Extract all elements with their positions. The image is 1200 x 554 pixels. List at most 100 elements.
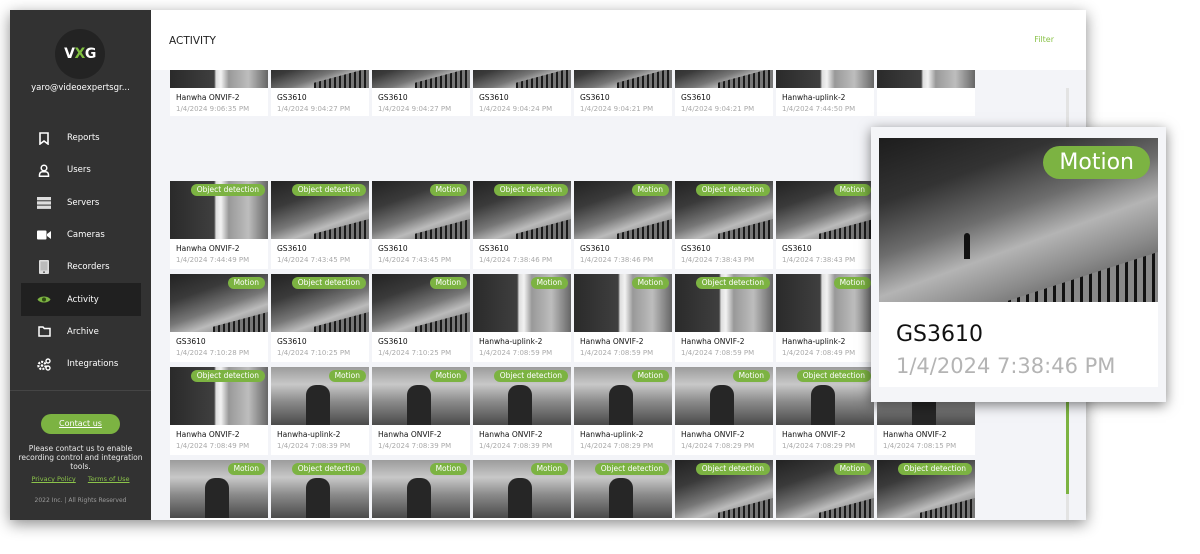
event-camera-name: Hanwha ONVIF-2 <box>378 430 442 439</box>
event-card[interactable]: Motion Hanwha ONVIF-2 1/4/2024 7:08:59 PM <box>574 274 672 362</box>
event-timestamp: 1/4/2024 7:44:49 PM <box>176 256 250 264</box>
event-preview-popup[interactable]: Motion GS3610 1/4/2024 7:38:46 PM <box>871 127 1166 402</box>
event-camera-name: Hanwha ONVIF-2 <box>176 93 240 102</box>
event-card[interactable]: MotionHanwha-uplink-21/4/2024 7:08:06 PM <box>473 460 571 520</box>
event-timestamp: 1/4/2024 7:08:29 PM <box>580 442 654 450</box>
event-type-badge: Motion <box>227 277 265 289</box>
event-card[interactable]: Hanwha-uplink-2 1/4/2024 7:44:50 PM <box>776 70 874 116</box>
event-type-badge: Motion <box>631 370 669 382</box>
event-card[interactable]: Object detectionHanwha ONVIF-21/4/2024 7… <box>776 367 874 455</box>
event-card[interactable]: Object detectionHanwha ONVIF-21/4/2024 7… <box>574 460 672 520</box>
event-type-badge: Object detection <box>695 463 770 475</box>
event-card[interactable]: Object detectionHanwha ONVIF-21/4/2024 7… <box>675 274 773 362</box>
page-header: ACTIVITY Filter <box>151 10 1086 70</box>
event-card[interactable]: MotionHanwha ONVIF-21/4/2024 7:08:06 PM <box>372 460 470 520</box>
event-camera-name: GS3610 <box>681 93 711 102</box>
sidebar-item-reports[interactable]: Reports <box>21 122 141 154</box>
event-timestamp: 1/4/2024 7:08:39 PM <box>378 442 452 450</box>
video-camera-icon <box>37 228 51 242</box>
event-card[interactable]: Object detectionHanwha ONVIF-21/4/2024 7… <box>271 460 369 520</box>
gears-icon <box>37 357 51 371</box>
event-timestamp: 1/4/2024 7:08:29 PM <box>681 442 755 450</box>
event-thumbnail: Object detection <box>574 460 672 518</box>
event-camera-name: Hanwha ONVIF-2 <box>479 430 543 439</box>
event-card[interactable]: Motion GS3610 1/4/2024 7:38:43 PM <box>776 181 874 269</box>
event-thumbnail: Object detection <box>271 460 369 518</box>
event-card[interactable]: Object detectionGS36101/4/2024 7:07:45 P… <box>675 460 773 520</box>
event-camera-name: GS3610 <box>378 337 408 346</box>
event-thumbnail: Object detection <box>271 181 369 239</box>
event-thumbnail: Motion <box>574 181 672 239</box>
event-timestamp: 1/4/2024 7:38:43 PM <box>782 256 856 264</box>
event-card[interactable]: MotionGS36101/4/2024 7:07:45 PM <box>776 460 874 520</box>
event-card[interactable]: Motion Hanwha-uplink-2 1/4/2024 7:08:59 PM <box>473 274 571 362</box>
contact-us-button[interactable]: Contact us <box>41 414 120 434</box>
vxg-logo[interactable]: VXG <box>55 29 105 79</box>
event-thumbnail: Object detection <box>170 181 268 239</box>
scrollbar-thumb[interactable] <box>1066 398 1069 494</box>
sidebar-item-cameras[interactable]: Cameras <box>21 219 141 251</box>
event-card[interactable]: Object detectionHanwha ONVIF-21/4/2024 7… <box>473 367 571 455</box>
event-card[interactable] <box>877 70 975 116</box>
event-type-badge: Motion <box>429 184 467 196</box>
event-card[interactable]: Object detection GS3610 1/4/2024 7:10:25 P… <box>271 274 369 362</box>
event-card[interactable]: Motion Hanwha-uplink-2 1/4/2024 7:08:29 PM <box>574 367 672 455</box>
sidebar-item-servers[interactable]: Servers <box>21 187 141 219</box>
event-card[interactable]: GS3610 1/4/2024 9:04:27 PM <box>372 70 470 116</box>
sidebar-item-integrations[interactable]: Integrations <box>21 348 141 380</box>
event-card[interactable]: GS3610 1/4/2024 9:04:24 PM <box>473 70 571 116</box>
sidebar-nav: Reports Users Servers Cameras Recorders … <box>21 122 141 380</box>
event-card[interactable]: Motion Hanwha ONVIF-2 1/4/2024 7:08:39 PM <box>372 367 470 455</box>
user-email[interactable]: yaro@videoexpertsgr... <box>10 83 151 93</box>
folder-icon <box>37 325 51 339</box>
event-card[interactable]: GS3610 1/4/2024 9:04:21 PM <box>675 70 773 116</box>
filter-button[interactable]: Filter <box>1034 35 1054 44</box>
event-type-badge: Motion <box>530 463 568 475</box>
event-card[interactable]: Object detection GS3610 1/4/2024 7:43:45 P… <box>271 181 369 269</box>
event-timestamp: 1/4/2024 9:04:27 PM <box>378 105 452 113</box>
event-camera-name: Hanwha-uplink-2 <box>479 337 543 346</box>
event-card[interactable]: Motion GS3610 1/4/2024 7:10:28 PM <box>170 274 268 362</box>
event-card[interactable]: Motion GS3610 1/4/2024 7:10:25 PM <box>372 274 470 362</box>
event-card[interactable]: Object detection GS3610 1/4/2024 7:38:43 P… <box>675 181 773 269</box>
event-card[interactable]: MotionHanwha-uplink-21/4/2024 7:08:15 PM <box>170 460 268 520</box>
event-card[interactable]: Motion Hanwha ONVIF-2 1/4/2024 7:08:29 PM <box>675 367 773 455</box>
event-timestamp: 1/4/2024 9:04:24 PM <box>479 105 553 113</box>
event-thumbnail <box>473 70 571 88</box>
sidebar-item-activity[interactable]: Activity <box>21 283 141 316</box>
event-camera-name: GS3610 <box>580 244 610 253</box>
event-card[interactable]: Motion GS3610 1/4/2024 7:38:46 PM <box>574 181 672 269</box>
event-card[interactable]: Object detection GS3610 1/4/2024 7:38:46 P… <box>473 181 571 269</box>
event-camera-name: Hanwha ONVIF-2 <box>782 430 846 439</box>
event-thumbnail: Motion <box>372 460 470 518</box>
event-timestamp: 1/4/2024 7:10:25 PM <box>277 349 351 357</box>
sidebar-item-archive[interactable]: Archive <box>21 316 141 348</box>
event-timestamp: 1/4/2024 9:04:21 PM <box>580 105 654 113</box>
sidebar-item-recorders[interactable]: Recorders <box>21 251 141 283</box>
sidebar-item-label: Integrations <box>67 359 119 370</box>
event-card[interactable]: Motion GS3610 1/4/2024 7:43:45 PM <box>372 181 470 269</box>
person-silhouette <box>964 233 970 259</box>
event-card[interactable]: GS3610 1/4/2024 9:04:21 PM <box>574 70 672 116</box>
event-card[interactable]: Object detectionGS36101/4/2024 7:07:42 P… <box>877 460 975 520</box>
event-type-badge: Motion <box>833 184 871 196</box>
event-card[interactable]: Hanwha ONVIF-2 1/4/2024 9:06:35 PM <box>170 70 268 116</box>
event-card[interactable]: Motion Hanwha-uplink-2 1/4/2024 7:08:39 PM <box>271 367 369 455</box>
event-camera-name: GS3610 <box>479 93 509 102</box>
event-card[interactable]: Object detectionHanwha ONVIF-21/4/2024 7… <box>170 367 268 455</box>
sidebar-item-users[interactable]: Users <box>21 154 141 186</box>
event-timestamp: 1/4/2024 7:38:46 PM <box>479 256 553 264</box>
event-card[interactable]: Object detectionHanwha ONVIF-21/4/2024 7… <box>170 181 268 269</box>
event-thumbnail: Object detection <box>675 181 773 239</box>
event-camera-name: Hanwha ONVIF-2 <box>681 430 745 439</box>
privacy-policy-link[interactable]: Privacy Policy <box>31 475 75 483</box>
event-card[interactable]: Motion Hanwha-uplink-2 1/4/2024 7:08:49 PM <box>776 274 874 362</box>
event-timestamp: 1/4/2024 7:08:59 PM <box>580 349 654 357</box>
copyright-text: 2022 Inc. | All Rights Reserved <box>34 497 127 504</box>
event-card[interactable]: GS3610 1/4/2024 9:04:27 PM <box>271 70 369 116</box>
event-timestamp: 1/4/2024 7:08:59 PM <box>479 349 553 357</box>
terms-of-use-link[interactable]: Terms of Use <box>88 475 130 483</box>
logo-text-g: G <box>84 46 97 62</box>
event-timestamp: 1/4/2024 7:08:39 PM <box>479 442 553 450</box>
event-type-badge: Motion <box>429 463 467 475</box>
